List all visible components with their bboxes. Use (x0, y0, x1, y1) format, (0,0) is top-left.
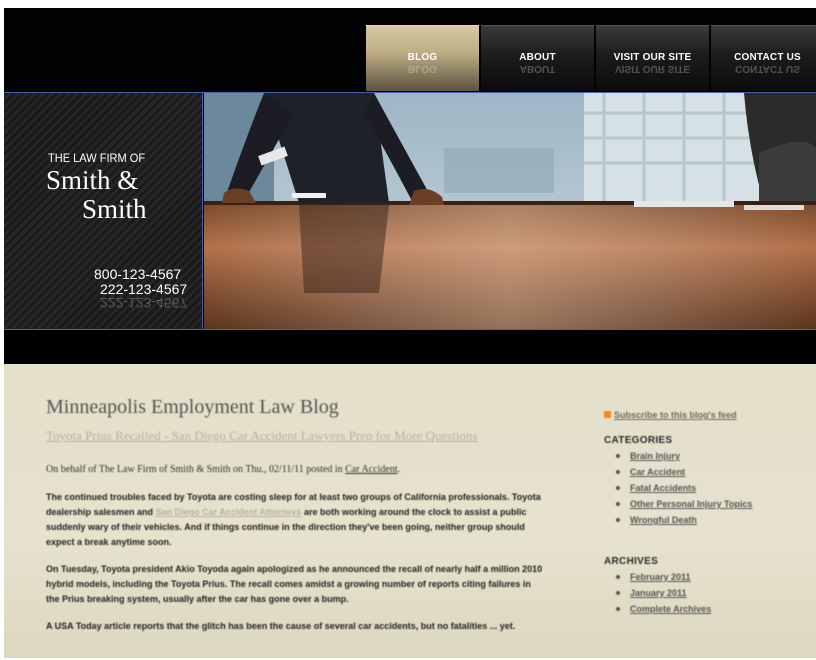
nav-tab-label: ABOUT (519, 52, 556, 63)
post-byline: On behalf of The Law Firm of Smith & Smi… (46, 464, 400, 475)
firm-name-line1: Smith & (46, 165, 139, 195)
phone-reflection: 222-123-4567 (100, 295, 188, 311)
archive-item-complete[interactable]: Complete Archives (616, 604, 804, 615)
firm-brand-panel: THE LAW FIRM OF Smith & Smith 800-123-45… (4, 93, 203, 329)
content-inner: Minneapolis Employment Law Blog Toyota P… (4, 364, 816, 658)
firm-name-line2: Smith (82, 194, 147, 224)
sidebar: Subscribe to this blog's feed CATEGORIES… (604, 410, 804, 620)
byline-category-link[interactable]: Car Accident (345, 464, 397, 475)
phone-number-1: 800-123-4567 (94, 266, 182, 282)
nav-tab-about[interactable]: ABOUT ABOUT (481, 25, 594, 91)
attorneys-link[interactable]: San Diego Car Accident Attorneys (156, 507, 302, 517)
page-frame: BLOG BLOG ABOUT ABOUT VISIT OUR SITE VIS… (4, 8, 816, 658)
hero-bottom-band (4, 330, 816, 364)
nav-tab-reflection: VISIT OUR SITE (614, 63, 690, 74)
archive-item-january-2011[interactable]: January 2011 (616, 588, 804, 599)
post-paragraph-3: A USA Today article reports that the gli… (46, 621, 516, 631)
archive-item-february-2011[interactable]: February 2011 (616, 572, 804, 583)
nav-tab-blog[interactable]: BLOG BLOG (366, 25, 479, 91)
category-item-car-accident[interactable]: Car Accident (616, 467, 804, 478)
firm-tagline: THE LAW FIRM OF (48, 151, 146, 165)
category-item-fatal-accidents[interactable]: Fatal Accidents (616, 483, 804, 494)
post-paragraph-1: The continued troubles faced by Toyota a… (46, 490, 546, 550)
nav-tab-label: VISIT OUR SITE (613, 52, 692, 63)
category-item-other-personal-injury[interactable]: Other Personal Injury Topics (616, 499, 804, 510)
nav-tab-visit-our-site[interactable]: VISIT OUR SITE VISIT OUR SITE (596, 25, 709, 91)
hero-photo-boardroom (204, 93, 816, 329)
categories-heading: CATEGORIES (604, 435, 673, 446)
nav-tab-contact-us[interactable]: CONTACT US CONTACT US (711, 25, 816, 91)
category-item-brain-injury[interactable]: Brain Injury (616, 451, 804, 462)
archives-list: February 2011 January 2011 Complete Arch… (616, 572, 804, 615)
subscribe-feed-link[interactable]: Subscribe to this blog's feed (604, 410, 804, 421)
archives-heading: ARCHIVES (604, 556, 659, 567)
rss-icon (604, 411, 611, 418)
byline-text: On behalf of The Law Firm of Smith & Smi… (46, 464, 343, 475)
nav-tab-reflection: ABOUT (519, 63, 556, 74)
feed-label: Subscribe to this blog's feed (614, 410, 737, 420)
hero-banner: THE LAW FIRM OF Smith & Smith 800-123-45… (4, 92, 816, 330)
content-area: Minneapolis Employment Law Blog Toyota P… (4, 364, 816, 658)
category-item-wrongful-death[interactable]: Wrongful Death (616, 515, 804, 526)
categories-list: Brain Injury Car Accident Fatal Accident… (616, 451, 804, 526)
top-bar: BLOG BLOG ABOUT ABOUT VISIT OUR SITE VIS… (4, 8, 816, 92)
nav-tab-reflection: CONTACT US (735, 63, 800, 74)
post-paragraph-2: On Tuesday, Toyota president Akio Toyoda… (46, 564, 543, 604)
byline-suffix: . (397, 464, 401, 475)
nav-tab-reflection: BLOG (408, 63, 437, 74)
blog-title: Minneapolis Employment Law Blog (46, 396, 339, 418)
post-title-link[interactable]: Toyota Prius Recalled - San Diego Car Ac… (46, 428, 546, 443)
nav-tab-label: BLOG (407, 52, 438, 63)
nav-tab-label: CONTACT US (734, 52, 801, 63)
main-nav: BLOG BLOG ABOUT ABOUT VISIT OUR SITE VIS… (366, 25, 816, 91)
